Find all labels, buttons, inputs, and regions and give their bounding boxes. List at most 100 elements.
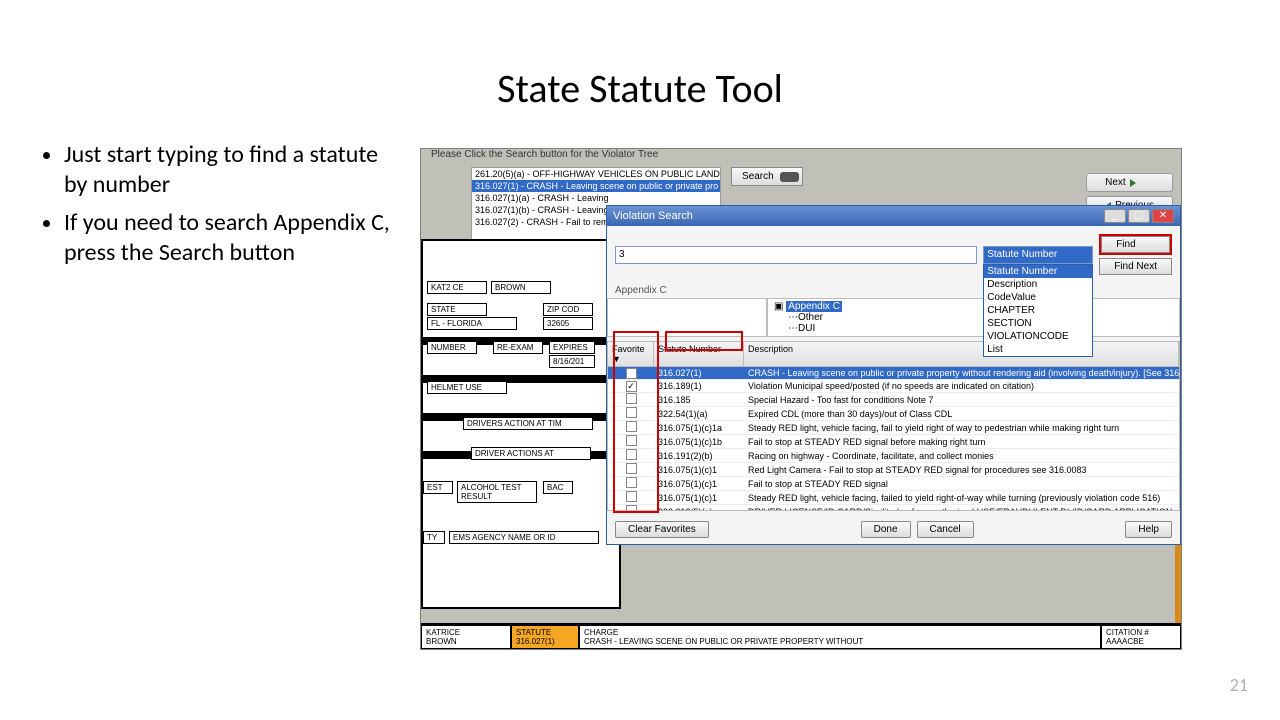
favorite-checkbox[interactable]: [608, 491, 654, 504]
favorite-checkbox[interactable]: [608, 407, 654, 420]
form-label: EXPIRES: [549, 341, 595, 354]
form-label: EMS AGENCY NAME OR ID: [449, 531, 599, 544]
background-form: KAT2 CE BROWN STATE ZIP COD FL - FLORIDA…: [421, 239, 621, 609]
bullet-list: Just start typing to find a statute by n…: [40, 140, 400, 276]
dd-option[interactable]: CodeValue: [984, 291, 1092, 304]
binoculars-icon: [780, 172, 792, 182]
cell-statute-number: 316.191(2)(b): [654, 450, 744, 462]
search-button-label: Search: [742, 171, 774, 182]
cell-statute-number: 316.075(1)(c)1b: [654, 436, 744, 448]
table-row[interactable]: 316.075(1)(c)1aSteady RED light, vehicle…: [608, 421, 1179, 435]
cell-description: Special Hazard - Too fast for conditions…: [744, 394, 1179, 406]
rec-citation-value: AAAACBE: [1106, 637, 1176, 646]
combo-item[interactable]: 261.20(5)(a) - OFF-HIGHWAY VEHICLES ON P…: [472, 168, 720, 180]
col-favorite[interactable]: Favorite ▼: [608, 342, 654, 366]
rec-citation-label: CITATION #: [1106, 628, 1176, 637]
done-button[interactable]: Done: [861, 521, 911, 538]
favorite-checkbox[interactable]: [608, 435, 654, 448]
cell-statute-number: 316.075(1)(c)1: [654, 492, 744, 504]
search-button[interactable]: Search: [731, 167, 803, 186]
tree-root[interactable]: Appendix C: [786, 301, 842, 312]
dd-option[interactable]: Statute Number: [984, 265, 1092, 278]
cell-description: Red Light Camera - Fail to stop at STEAD…: [744, 464, 1179, 476]
page-number: 21: [1230, 674, 1248, 696]
favorite-checkbox[interactable]: [608, 505, 654, 511]
table-row[interactable]: ✓316.027(1)CRASH - Leaving scene on publ…: [608, 367, 1179, 380]
table-row[interactable]: 316.075(1)(c)1Fail to stop at STEADY RED…: [608, 477, 1179, 491]
search-input[interactable]: [615, 246, 977, 264]
table-row[interactable]: 322.54(1)(a)Expired CDL (more than 30 da…: [608, 407, 1179, 421]
grid-header: Favorite ▼ Statute Number Description: [608, 342, 1179, 367]
find-next-button[interactable]: Find Next: [1099, 258, 1172, 275]
form-value: 32605: [543, 317, 593, 330]
favorite-checkbox[interactable]: ✓: [608, 381, 654, 392]
minimize-icon[interactable]: _: [1104, 209, 1126, 223]
dd-option[interactable]: VIOLATIONCODE: [984, 330, 1092, 343]
help-button[interactable]: Help: [1125, 521, 1172, 538]
table-row[interactable]: 316.185Special Hazard - Too fast for con…: [608, 393, 1179, 407]
table-row[interactable]: ✓316.189(1)Violation Municipal speed/pos…: [608, 380, 1179, 393]
cell-description: Fail to stop at STEADY RED signal: [744, 478, 1179, 490]
form-label: DRIVER ACTIONS AT: [471, 447, 591, 460]
col-description[interactable]: Description: [744, 342, 1179, 366]
tree-item[interactable]: DUI: [798, 323, 815, 334]
cell-statute-number: 316.027(1): [654, 367, 744, 379]
form-label: DRIVERS ACTION AT TIM: [463, 417, 593, 430]
table-row[interactable]: 322.212(5)(a)DRIVER LICENSE/ID CARD/Simi…: [608, 505, 1179, 511]
maximize-icon[interactable]: ▢: [1128, 209, 1150, 223]
rec-statute-label: STATUTE: [516, 628, 574, 637]
rec-statute-value: 316.027(1): [516, 637, 574, 646]
close-icon[interactable]: ✕: [1152, 209, 1174, 223]
favorite-checkbox[interactable]: [608, 449, 654, 462]
bullet-1: Just start typing to find a statute by n…: [64, 140, 400, 200]
form-value: 8/16/201: [549, 355, 595, 368]
dd-option[interactable]: Description: [984, 278, 1092, 291]
table-row[interactable]: 316.075(1)(c)1Steady RED light, vehicle …: [608, 491, 1179, 505]
col-statute-number[interactable]: Statute Number: [654, 342, 744, 366]
favorite-checkbox[interactable]: ✓: [608, 368, 654, 379]
form-label: RE-EXAM: [493, 341, 543, 354]
cell-description: CRASH - Leaving scene on public or priva…: [744, 367, 1179, 379]
form-label: BAC: [543, 481, 573, 494]
form-label: ZIP COD: [543, 303, 593, 316]
dd-option[interactable]: SECTION: [984, 317, 1092, 330]
favorite-checkbox[interactable]: [608, 463, 654, 476]
find-button[interactable]: Find: [1101, 236, 1170, 253]
combo-item[interactable]: 316.027(1)(a) - CRASH - Leaving: [472, 192, 720, 204]
rec-charge-label: CHARGE: [584, 628, 1096, 637]
next-button[interactable]: Next: [1086, 173, 1173, 192]
table-row[interactable]: 316.075(1)(c)1bFail to stop at STEADY RE…: [608, 435, 1179, 449]
dialog-title: Violation Search: [613, 210, 693, 222]
table-row[interactable]: 316.075(1)(c)1Red Light Camera - Fail to…: [608, 463, 1179, 477]
search-field-options[interactable]: Statute Number Description CodeValue CHA…: [983, 264, 1093, 357]
favorite-checkbox[interactable]: [608, 421, 654, 434]
table-row[interactable]: 316.191(2)(b)Racing on highway - Coordin…: [608, 449, 1179, 463]
favorite-checkbox[interactable]: [608, 477, 654, 490]
cell-statute-number: 316.075(1)(c)1a: [654, 422, 744, 434]
tree-item[interactable]: Other: [798, 312, 823, 323]
cell-description: Expired CDL (more than 30 days)/out of C…: [744, 408, 1179, 420]
breadcrumb: Appendix C: [607, 283, 1180, 298]
cell-statute-number: 316.075(1)(c)1: [654, 464, 744, 476]
dd-option[interactable]: List: [984, 343, 1092, 356]
app-screenshot: Please Click the Search button for the V…: [420, 148, 1182, 650]
cell-description: Steady RED light, vehicle facing, fail t…: [744, 422, 1179, 434]
slide-title: State Statute Tool: [0, 64, 1280, 113]
search-field-select[interactable]: Statute Number: [983, 246, 1093, 264]
favorite-checkbox[interactable]: [608, 393, 654, 406]
form-label: NUMBER: [427, 341, 477, 354]
cell-statute-number: 316.185: [654, 394, 744, 406]
combo-item[interactable]: 316.027(1) - CRASH - Leaving scene on pu…: [472, 180, 720, 192]
form-label: EST: [423, 481, 453, 494]
clear-favorites-button[interactable]: Clear Favorites: [615, 521, 709, 538]
cell-description: Violation Municipal speed/posted (if no …: [744, 380, 1179, 392]
dd-option[interactable]: CHAPTER: [984, 304, 1092, 317]
dialog-titlebar[interactable]: Violation Search _ ▢ ✕: [607, 206, 1180, 226]
cell-statute-number: 322.212(5)(a): [654, 506, 744, 512]
form-label: BROWN: [491, 281, 551, 294]
cancel-button[interactable]: Cancel: [917, 521, 974, 538]
rec-charge-value: CRASH - LEAVING SCENE ON PUBLIC OR PRIVA…: [584, 637, 1096, 646]
results-grid[interactable]: Favorite ▼ Statute Number Description ✓3…: [607, 341, 1180, 511]
tree-panel[interactable]: ▣ Appendix C ⋯Other ⋯DUI: [767, 298, 1180, 337]
form-value: FL - FLORIDA: [427, 317, 517, 330]
